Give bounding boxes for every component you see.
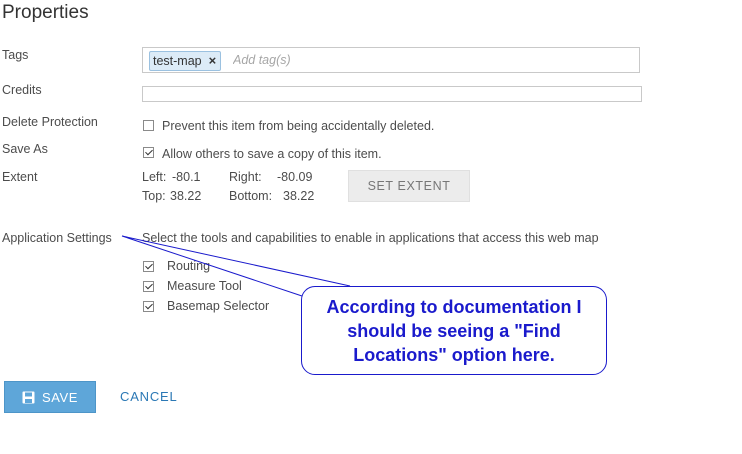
extent-left-value: -80.1 <box>172 170 201 184</box>
extent-bottom-label: Bottom: <box>229 189 273 203</box>
basemap-selector-checkbox[interactable] <box>143 301 154 312</box>
allow-save-copy-checkbox[interactable] <box>143 147 154 158</box>
tag-chip: test-map × <box>149 51 222 71</box>
set-extent-button[interactable]: SET EXTENT <box>348 170 470 202</box>
delete-protection-checkbox[interactable] <box>143 120 154 131</box>
extent-bottom-value: 38.22 <box>283 189 315 203</box>
extent-top-value: 38.22 <box>170 189 202 203</box>
tag-chip-text: test-map <box>153 54 202 68</box>
application-settings-description: Select the tools and capabilities to ena… <box>142 231 599 245</box>
remove-tag-icon[interactable]: × <box>209 52 217 70</box>
application-settings-label: Application Settings <box>2 231 112 245</box>
credits-input[interactable] <box>142 86 642 102</box>
floppy-disk-icon <box>22 391 35 403</box>
extent-label: Extent <box>2 170 38 184</box>
measure-tool-label: Measure Tool <box>167 279 242 293</box>
delete-protection-label: Delete Protection <box>2 115 98 129</box>
save-button-label: SAVE <box>41 389 79 405</box>
basemap-selector-label: Basemap Selector <box>167 299 270 313</box>
extent-right-label: Right: <box>229 170 262 184</box>
routing-checkbox[interactable] <box>143 261 154 272</box>
extent-top-label: Top: <box>142 189 166 203</box>
extent-right-value: -80.09 <box>277 170 313 184</box>
tags-label: Tags <box>2 48 29 62</box>
delete-protection-text: Prevent this item from being accidentall… <box>162 119 435 133</box>
tags-field[interactable]: test-map × <box>142 47 640 73</box>
routing-label: Routing <box>167 259 211 273</box>
measure-tool-checkbox[interactable] <box>143 281 154 292</box>
save-button[interactable]: SAVE <box>4 381 96 413</box>
annotation-callout: According to documentation I should be s… <box>301 286 607 375</box>
cancel-button[interactable]: CANCEL <box>120 389 178 404</box>
save-as-label: Save As <box>2 142 48 156</box>
add-tag-input[interactable] <box>233 51 473 69</box>
extent-left-label: Left: <box>142 170 167 184</box>
credits-label: Credits <box>2 83 42 97</box>
page-title: Properties <box>2 2 89 23</box>
allow-save-copy-text: Allow others to save a copy of this item… <box>162 147 382 161</box>
